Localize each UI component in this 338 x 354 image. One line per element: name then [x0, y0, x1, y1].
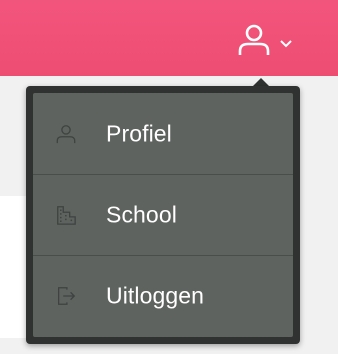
content-column: [300, 196, 338, 354]
user-icon: [55, 123, 77, 145]
user-dropdown-menu: Profiel School Uitloggen: [26, 86, 300, 344]
dropdown-list: Profiel School Uitloggen: [33, 93, 293, 337]
menu-item-uitloggen[interactable]: Uitloggen: [33, 255, 293, 336]
menu-item-label: Uitloggen: [106, 282, 205, 309]
menu-item-label: Profiel: [106, 120, 172, 146]
logout-icon: [55, 285, 77, 307]
user-menu-toggle[interactable]: [232, 22, 302, 60]
building-icon: [55, 204, 77, 226]
top-bar: [0, 0, 338, 76]
menu-item-profiel[interactable]: Profiel: [33, 93, 293, 174]
menu-item-label: School: [106, 201, 177, 228]
chevron-down-icon: [279, 36, 293, 54]
menu-item-school[interactable]: School: [33, 174, 293, 255]
person-outline-icon: [236, 22, 272, 63]
